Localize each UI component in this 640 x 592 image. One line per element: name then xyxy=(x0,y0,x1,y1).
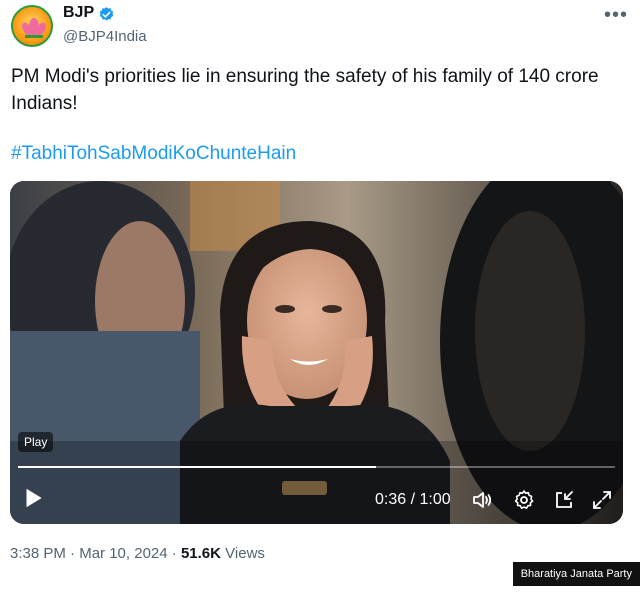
tweet-meta: 3:38 PM · Mar 10, 2024 · 51.6K Views xyxy=(10,545,265,562)
video-controls: 0:36 / 1:00 xyxy=(10,481,623,521)
progress-bar[interactable] xyxy=(18,466,615,468)
tweet-time[interactable]: 3:38 PM xyxy=(10,545,66,562)
tweet-date[interactable]: Mar 10, 2024 xyxy=(79,545,167,562)
bjp-logo-icon xyxy=(22,18,46,38)
progress-fill xyxy=(18,466,377,468)
author-handle[interactable]: @BJP4India xyxy=(63,28,147,45)
more-options-icon[interactable]: ••• xyxy=(604,5,628,25)
picture-in-picture-icon[interactable] xyxy=(552,488,576,512)
views-count: 51.6K xyxy=(180,545,221,562)
watermark: Bharatiya Janata Party xyxy=(512,562,640,586)
tweet-text: PM Modi's priorities lie in ensuring the… xyxy=(11,66,599,114)
video-time: 0:36 / 1:00 xyxy=(375,491,451,508)
separator: · xyxy=(171,545,181,562)
video-frame xyxy=(10,181,623,524)
video-player[interactable]: Play 0:36 / 1:00 xyxy=(10,181,623,524)
play-label: Play xyxy=(18,432,54,452)
settings-icon[interactable] xyxy=(512,488,536,512)
author-avatar[interactable] xyxy=(11,5,53,47)
views-label: Views xyxy=(225,545,265,562)
separator: · xyxy=(70,545,80,562)
verified-badge-icon xyxy=(99,7,114,21)
hashtag-link[interactable]: #TabhiTohSabModiKoChunteHain xyxy=(11,143,296,165)
play-icon[interactable] xyxy=(20,485,46,511)
author-name[interactable]: BJP xyxy=(63,4,94,22)
fullscreen-icon[interactable] xyxy=(590,488,614,512)
volume-icon[interactable] xyxy=(470,488,494,512)
